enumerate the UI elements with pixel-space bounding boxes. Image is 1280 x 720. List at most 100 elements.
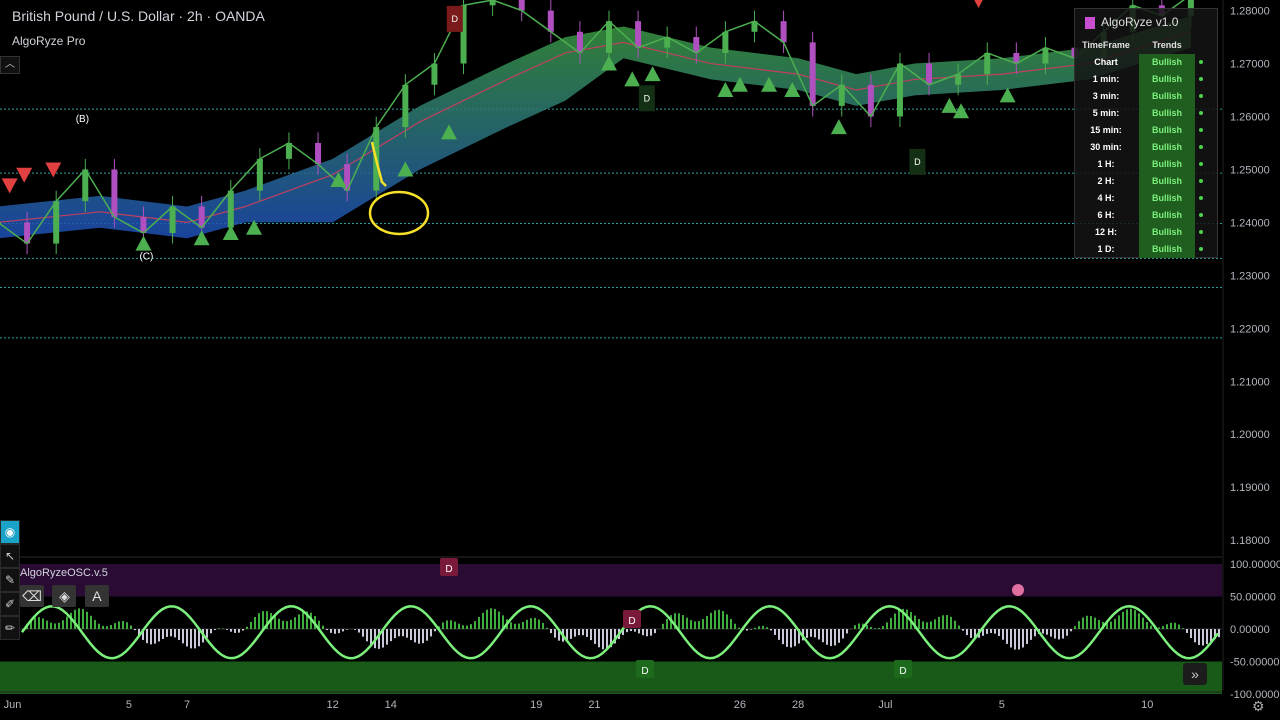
- osc-tick-label: 100.00000: [1230, 559, 1280, 571]
- symbol-title[interactable]: British Pound / U.S. Dollar · 2h · OANDA: [12, 8, 265, 24]
- osc-signal-dot: [1012, 584, 1024, 596]
- osc-histogram-bar: [106, 626, 108, 629]
- cursor-icon[interactable]: ↖: [0, 544, 20, 568]
- eraser-icon[interactable]: ⌫: [20, 585, 44, 607]
- osc-histogram-bar: [34, 617, 36, 629]
- trend-panel: AlgoRyze v1.0 TimeFrame Trends Chart Bull…: [1074, 8, 1218, 258]
- osc-histogram-bar: [470, 624, 472, 629]
- trend-row: 4 H: Bullish: [1075, 190, 1217, 207]
- status-dot-icon: [1199, 230, 1203, 234]
- indicator-label[interactable]: AlgoRyze Pro: [12, 34, 85, 48]
- osc-histogram-bar: [1134, 610, 1136, 629]
- osc-histogram-bar: [646, 629, 648, 637]
- osc-histogram-bar: [878, 628, 880, 629]
- scroll-right-button[interactable]: »: [1183, 663, 1207, 685]
- divergence-tag: D: [452, 14, 459, 24]
- candle: [635, 21, 642, 48]
- osc-histogram-bar: [626, 629, 628, 633]
- status-dot-icon: [1199, 213, 1203, 217]
- text-icon[interactable]: A: [84, 585, 109, 607]
- candle: [402, 84, 409, 128]
- osc-histogram-bar: [1174, 622, 1176, 629]
- osc-histogram-bar: [222, 628, 224, 629]
- candle: [926, 63, 933, 85]
- candle: [606, 21, 612, 53]
- candle: [111, 169, 118, 218]
- osc-histogram-bar: [110, 625, 112, 629]
- wave-b-label: (B): [76, 114, 89, 125]
- osc-histogram-bar: [354, 629, 356, 630]
- osc-histogram-bar: [434, 629, 436, 632]
- sell-signal-icon: [1, 178, 18, 194]
- osc-histogram-bar: [1126, 609, 1128, 629]
- marker-icon[interactable]: ✐: [0, 592, 20, 616]
- osc-histogram-bar: [1098, 620, 1100, 629]
- status-dot-icon: [1199, 162, 1203, 166]
- osc-histogram-bar: [822, 629, 824, 643]
- osc-histogram-bar: [1090, 615, 1092, 629]
- osc-histogram-bar: [826, 629, 828, 645]
- osc-histogram-bar: [390, 629, 392, 642]
- pencil-icon[interactable]: ✎: [0, 568, 20, 592]
- osc-histogram-bar: [214, 629, 216, 630]
- osc-divergence-tag: D: [899, 666, 906, 677]
- osc-histogram-bar: [526, 619, 528, 629]
- osc-histogram-bar: [294, 617, 296, 629]
- osc-histogram-bar: [690, 620, 692, 629]
- status-dot-icon: [1199, 247, 1203, 251]
- osc-histogram-bar: [450, 620, 452, 629]
- osc-histogram-bar: [1182, 628, 1184, 629]
- candle: [431, 63, 438, 85]
- trend-row-timeframe: 4 H:: [1097, 193, 1115, 203]
- osc-histogram-bar: [234, 629, 236, 633]
- osc-histogram-bar: [1146, 622, 1148, 629]
- osc-histogram-bar: [606, 629, 608, 650]
- candle: [1042, 47, 1049, 64]
- eye-icon[interactable]: ◉: [0, 520, 20, 544]
- osc-histogram-bar: [1158, 627, 1160, 629]
- sell-signal-icon: [16, 167, 33, 183]
- oscillator-label[interactable]: AlgoRyzeOSC.v.5: [20, 567, 108, 579]
- trend-row-status: Bullish: [1139, 88, 1195, 105]
- osc-histogram-bar: [730, 618, 732, 629]
- osc-histogram-bar: [750, 629, 752, 630]
- price-tick-label: 1.21000: [1230, 376, 1270, 388]
- trend-row-timeframe: 30 min:: [1090, 142, 1122, 152]
- osc-histogram-bar: [694, 621, 696, 629]
- osc-histogram-bar: [498, 611, 500, 629]
- osc-histogram-bar: [442, 622, 444, 629]
- osc-histogram-bar: [534, 617, 536, 629]
- osc-histogram-bar: [994, 629, 996, 634]
- osc-histogram-bar: [206, 629, 208, 638]
- osc-histogram-bar: [454, 621, 456, 629]
- brush-icon[interactable]: ✏: [0, 616, 20, 640]
- time-tick-label: 28: [792, 699, 804, 711]
- osc-histogram-bar: [178, 629, 180, 640]
- chevron-up-icon[interactable]: ︿: [0, 56, 20, 74]
- candle: [256, 158, 263, 191]
- buy-signal-icon: [830, 119, 847, 135]
- osc-histogram-bar: [230, 629, 232, 632]
- tag-icon[interactable]: ◈: [52, 585, 77, 607]
- osc-histogram-bar: [546, 627, 548, 629]
- price-tick-label: 1.22000: [1230, 323, 1270, 335]
- osc-histogram-bar: [54, 623, 56, 629]
- osc-histogram-bar: [254, 617, 256, 629]
- osc-histogram-bar: [162, 629, 164, 639]
- osc-histogram-bar: [718, 609, 720, 629]
- osc-histogram-bar: [986, 629, 988, 634]
- trend-row: 6 H: Bullish: [1075, 207, 1217, 224]
- gear-icon[interactable]: ⚙: [1252, 698, 1270, 716]
- osc-histogram-bar: [814, 629, 816, 638]
- status-dot-icon: [1199, 77, 1203, 81]
- osc-histogram-bar: [810, 629, 812, 637]
- osc-histogram-bar: [654, 629, 656, 634]
- osc-histogram-bar: [630, 629, 632, 632]
- buy-signal-icon: [717, 82, 734, 98]
- osc-histogram-bar: [1006, 629, 1008, 644]
- candle: [809, 42, 816, 106]
- trend-row-timeframe: 2 H:: [1097, 176, 1115, 186]
- osc-histogram-bar: [578, 629, 580, 636]
- trend-row: 2 H: Bullish: [1075, 173, 1217, 190]
- candle: [547, 10, 554, 32]
